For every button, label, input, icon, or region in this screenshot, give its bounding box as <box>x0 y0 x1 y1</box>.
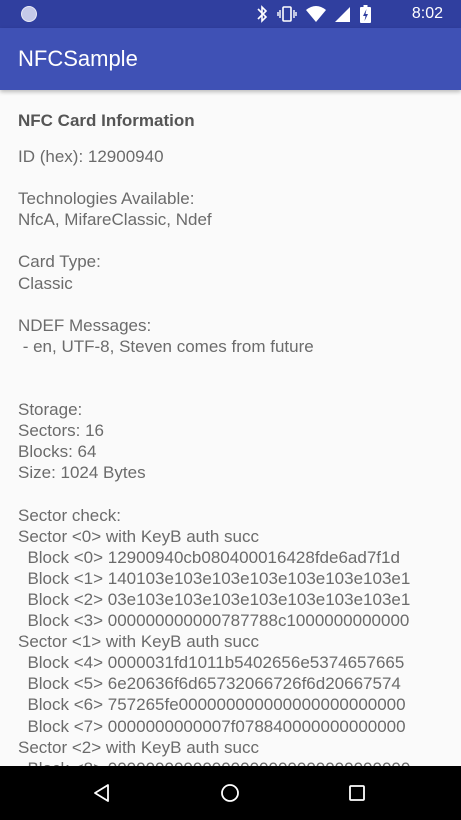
info-line: Classic <box>18 273 73 293</box>
back-icon[interactable] <box>88 779 116 807</box>
app-bar: NFCSample <box>0 28 461 90</box>
info-line: Block <8> 000000000000000000000000000000… <box>18 758 458 766</box>
card-info-heading: NFC Card Information <box>18 111 195 130</box>
app-title: NFCSample <box>18 46 138 71</box>
info-line: Block <3> 000000000000787788c10000000000… <box>18 611 410 631</box>
info-line: Block <1> 140103e103e103e103e103e103e103… <box>18 568 411 588</box>
status-bar: 8:02 <box>0 0 461 28</box>
info-line: NfcA, MifareClassic, Ndef <box>18 210 212 230</box>
info-line: Card Type: <box>18 252 101 272</box>
card-info-scroll-view[interactable]: NFC Card Information ID (hex): 12900940 T… <box>0 90 461 766</box>
circle-notification-icon <box>21 6 37 22</box>
info-line: Sector check: <box>18 505 121 525</box>
recents-icon[interactable] <box>343 779 371 807</box>
info-line: Storage: <box>18 400 83 420</box>
info-line: Blocks: 64 <box>18 442 97 462</box>
vibrate-icon <box>277 5 297 23</box>
info-line: Block <0> 12900940cb080400016428fde6ad7f… <box>18 547 400 567</box>
info-line: NDEF Messages: <box>18 315 152 335</box>
info-line: Size: 1024 Bytes <box>18 463 146 483</box>
info-line: ID (hex): 12900940 <box>18 147 164 166</box>
info-line: Sector <0> with KeyB auth succ <box>18 526 259 546</box>
info-line: Sector <2> with KeyB auth succ <box>18 737 259 757</box>
signal-icon <box>335 5 351 23</box>
info-line: Block <2> 03e103e103e103e103e103e103e103… <box>18 589 411 609</box>
screen: 8:02 NFCSample NFC Card Information ID (… <box>0 0 461 820</box>
info-line: Sector <1> with KeyB auth succ <box>18 632 259 652</box>
info-line: Block <7> 0000000000007f0788400000000000… <box>18 716 406 736</box>
info-line: Block <5> 6e20636f6d65732066726f6d206675… <box>18 674 401 694</box>
navigation-bar <box>0 766 461 820</box>
info-line: Block <6> 757265fe0000000000000000000000… <box>18 695 406 715</box>
status-time: 8:02 <box>411 5 443 22</box>
battery-charging-icon <box>360 5 371 23</box>
info-line: Technologies Available: <box>18 189 195 209</box>
card-info-text: ID (hex): 12900940 Technologies Available… <box>18 146 458 766</box>
status-icons <box>256 4 371 24</box>
info-line: - en, UTF-8, Steven comes from future <box>18 336 314 356</box>
bluetooth-icon <box>256 5 268 23</box>
info-line: Block <4> 0000031fd1011b5402656e53746576… <box>18 653 405 673</box>
info-line: Sectors: 16 <box>18 421 104 441</box>
home-icon[interactable] <box>216 779 244 807</box>
wifi-icon <box>306 5 326 23</box>
